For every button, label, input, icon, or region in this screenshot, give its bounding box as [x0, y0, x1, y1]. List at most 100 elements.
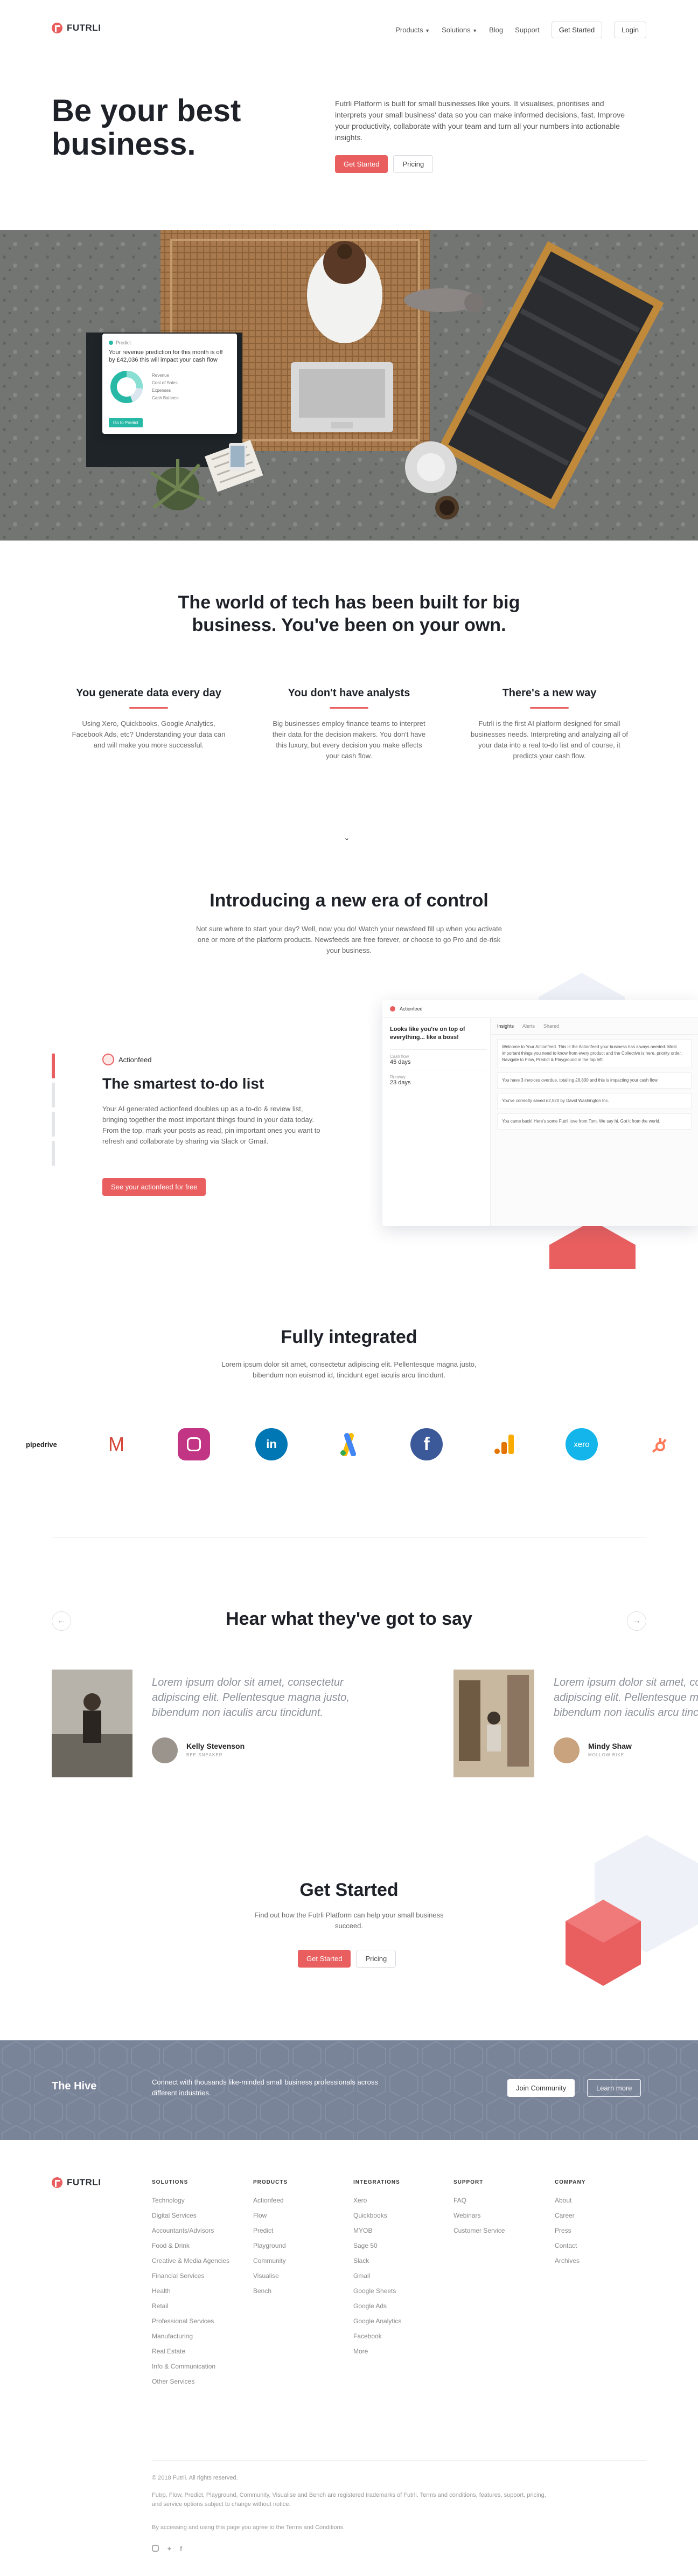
hero-title: Be your best business.	[52, 93, 241, 162]
footer-link[interactable]: Sage 50	[353, 2238, 401, 2253]
google-analytics-logo-icon	[488, 1428, 520, 1460]
footer-link[interactable]: Technology	[152, 2193, 229, 2208]
hero-copy: Futrli Platform is built for small busin…	[335, 99, 625, 142]
footer-link[interactable]: Predict	[253, 2223, 288, 2238]
scroll-down-chevron-icon[interactable]: ⌄	[344, 833, 350, 842]
feed-card[interactable]: You came back! Here's some Futrli love f…	[497, 1113, 692, 1130]
footer-link[interactable]: Gmail	[353, 2268, 401, 2283]
feed-card[interactable]: Welcome to Your Actionfeed. This is the …	[497, 1039, 692, 1068]
facebook-icon[interactable]: f	[180, 2545, 182, 2553]
tab-insights[interactable]: Insights	[497, 1023, 514, 1029]
join-community-button[interactable]: Join Community	[507, 2079, 575, 2097]
footer-link[interactable]: Info & Communication	[152, 2359, 229, 2374]
predict-widget-text: Your revenue prediction for this month i…	[109, 349, 223, 363]
footer-link[interactable]: FAQ	[453, 2193, 505, 2208]
feed-card-text: Welcome to Your Actionfeed. This is the …	[502, 1044, 682, 1062]
tab-alerts[interactable]: Alerts	[522, 1023, 535, 1029]
instagram-icon[interactable]	[152, 2545, 159, 2552]
go-to-predict-button[interactable]: Go to Predict	[109, 418, 143, 427]
linkedin-logo-icon: in	[255, 1428, 288, 1460]
footer-link[interactable]: Google Sheets	[353, 2283, 401, 2298]
footer-col-products: PRODUCTS Actionfeed Flow Predict Playgro…	[253, 2179, 288, 2298]
stat-label: Runway	[390, 1075, 406, 1079]
feature-column-data: You generate data every day Using Xero, …	[68, 687, 229, 751]
footer-link[interactable]: Real Estate	[152, 2344, 229, 2359]
footer-link[interactable]: Health	[152, 2283, 229, 2298]
feature-underline	[530, 707, 569, 709]
nav-get-started-button[interactable]: Get Started	[551, 22, 603, 38]
chevron-down-icon: ▼	[425, 28, 430, 33]
footer-link[interactable]: Career	[555, 2208, 585, 2223]
social-links: ✦ f	[152, 2545, 182, 2553]
mockup-stat: Cash flow 45 days	[390, 1049, 487, 1065]
footer-col-title: PRODUCTS	[253, 2179, 288, 2185]
testimonial-role: MOLLOW BIKE	[588, 1753, 625, 1757]
tab-shared[interactable]: Shared	[543, 1023, 559, 1029]
footer-link[interactable]: Retail	[152, 2298, 229, 2314]
mockup-tabs: Insights Alerts Shared	[491, 1018, 698, 1035]
actionfeed-text: Your AI generated actionfeed doubles up …	[102, 1105, 320, 1145]
footer-link[interactable]: Google Ads	[353, 2298, 401, 2314]
footer-link[interactable]: Manufacturing	[152, 2329, 229, 2344]
footer-link[interactable]: Google Analytics	[353, 2314, 401, 2329]
footer-brand-name: FUTRLI	[67, 2177, 101, 2187]
feed-card[interactable]: You've correctly saved £2,520 by David W…	[497, 1093, 692, 1109]
nav-blog[interactable]: Blog	[489, 26, 503, 34]
nav-support[interactable]: Support	[515, 26, 540, 34]
nav-solutions[interactable]: Solutions ▼	[442, 26, 477, 34]
actionfeed-icon	[102, 1054, 114, 1065]
nav-login-button[interactable]: Login	[614, 22, 646, 38]
actionfeed-tag: Actionfeed	[102, 1054, 151, 1065]
twitter-icon[interactable]: ✦	[166, 2545, 172, 2553]
footer-link[interactable]: Contact	[555, 2238, 585, 2253]
footer-col-title: INTEGRATIONS	[353, 2179, 400, 2185]
footer-link[interactable]: Slack	[353, 2253, 401, 2268]
predict-widget-header: Predict	[109, 340, 231, 345]
footer-link[interactable]: Food & Drink	[152, 2238, 229, 2253]
predict-widget-label: Predict	[116, 340, 131, 345]
era-title: Introducing a new era of control	[210, 890, 488, 911]
get-started-text: Find out how the Futrli Platform can hel…	[254, 1911, 444, 1930]
footer-link[interactable]: MYOB	[353, 2223, 401, 2238]
footer-link[interactable]: Professional Services	[152, 2314, 229, 2329]
footer-link[interactable]: Other Services	[152, 2374, 229, 2389]
footer-link[interactable]: Actionfeed	[253, 2193, 288, 2208]
footer-link[interactable]: Quickbooks	[353, 2208, 401, 2223]
footer-link[interactable]: Financial Services	[152, 2268, 229, 2283]
get-started-button[interactable]: Get Started	[298, 1950, 351, 1968]
footer-link[interactable]: Webinars	[453, 2208, 505, 2223]
footer-link[interactable]: Creative & Media Agencies	[152, 2253, 229, 2268]
facebook-logo-icon: f	[410, 1428, 443, 1460]
nav-products[interactable]: Products ▼	[395, 26, 430, 34]
footer-link[interactable]: Bench	[253, 2283, 288, 2298]
pricing-button[interactable]: Pricing	[356, 1950, 396, 1968]
footer-link[interactable]: Xero	[353, 2193, 401, 2208]
footer-divider	[152, 2460, 646, 2461]
see-actionfeed-button[interactable]: See your actionfeed for free	[102, 1178, 206, 1196]
footer-link[interactable]: Playground	[253, 2238, 288, 2253]
footer-link[interactable]: Customer Service	[453, 2223, 505, 2238]
stat-label: Cash flow	[390, 1054, 409, 1059]
footer-link[interactable]: Archives	[555, 2253, 585, 2268]
pipedrive-logo-icon: pipedrive	[26, 1440, 57, 1449]
footer-link[interactable]: Visualise	[253, 2268, 288, 2283]
hero-pricing-button[interactable]: Pricing	[393, 155, 434, 173]
hero-get-started-button[interactable]: Get Started	[335, 155, 388, 173]
brand-logo[interactable]: FUTRLI	[52, 23, 101, 33]
footer-link[interactable]: Community	[253, 2253, 288, 2268]
footer-link[interactable]: Digital Services	[152, 2208, 229, 2223]
footer-link[interactable]: Flow	[253, 2208, 288, 2223]
terms-text: By accessing and using this page you agr…	[152, 2524, 345, 2531]
legend-item: Cost of Sales	[152, 380, 178, 385]
feature-text: Big businesses employ finance teams to i…	[272, 719, 426, 760]
feed-card[interactable]: You have 3 invoices overdue, totalling £…	[497, 1072, 692, 1089]
learn-more-button[interactable]: Learn more	[587, 2079, 641, 2097]
actionfeed-app-mockup: Actionfeed Looks like you're on top of e…	[382, 1000, 698, 1226]
testimonial-quote: Lorem ipsum dolor sit amet, consectetur …	[554, 1677, 698, 1719]
footer-link[interactable]: Facebook	[353, 2329, 401, 2344]
footer-link[interactable]: More	[353, 2344, 401, 2359]
footer-link[interactable]: Accountants/Advisors	[152, 2223, 229, 2238]
footer-logo[interactable]: FUTRLI	[52, 2177, 101, 2188]
footer-link[interactable]: Press	[555, 2223, 585, 2238]
footer-link[interactable]: About	[555, 2193, 585, 2208]
